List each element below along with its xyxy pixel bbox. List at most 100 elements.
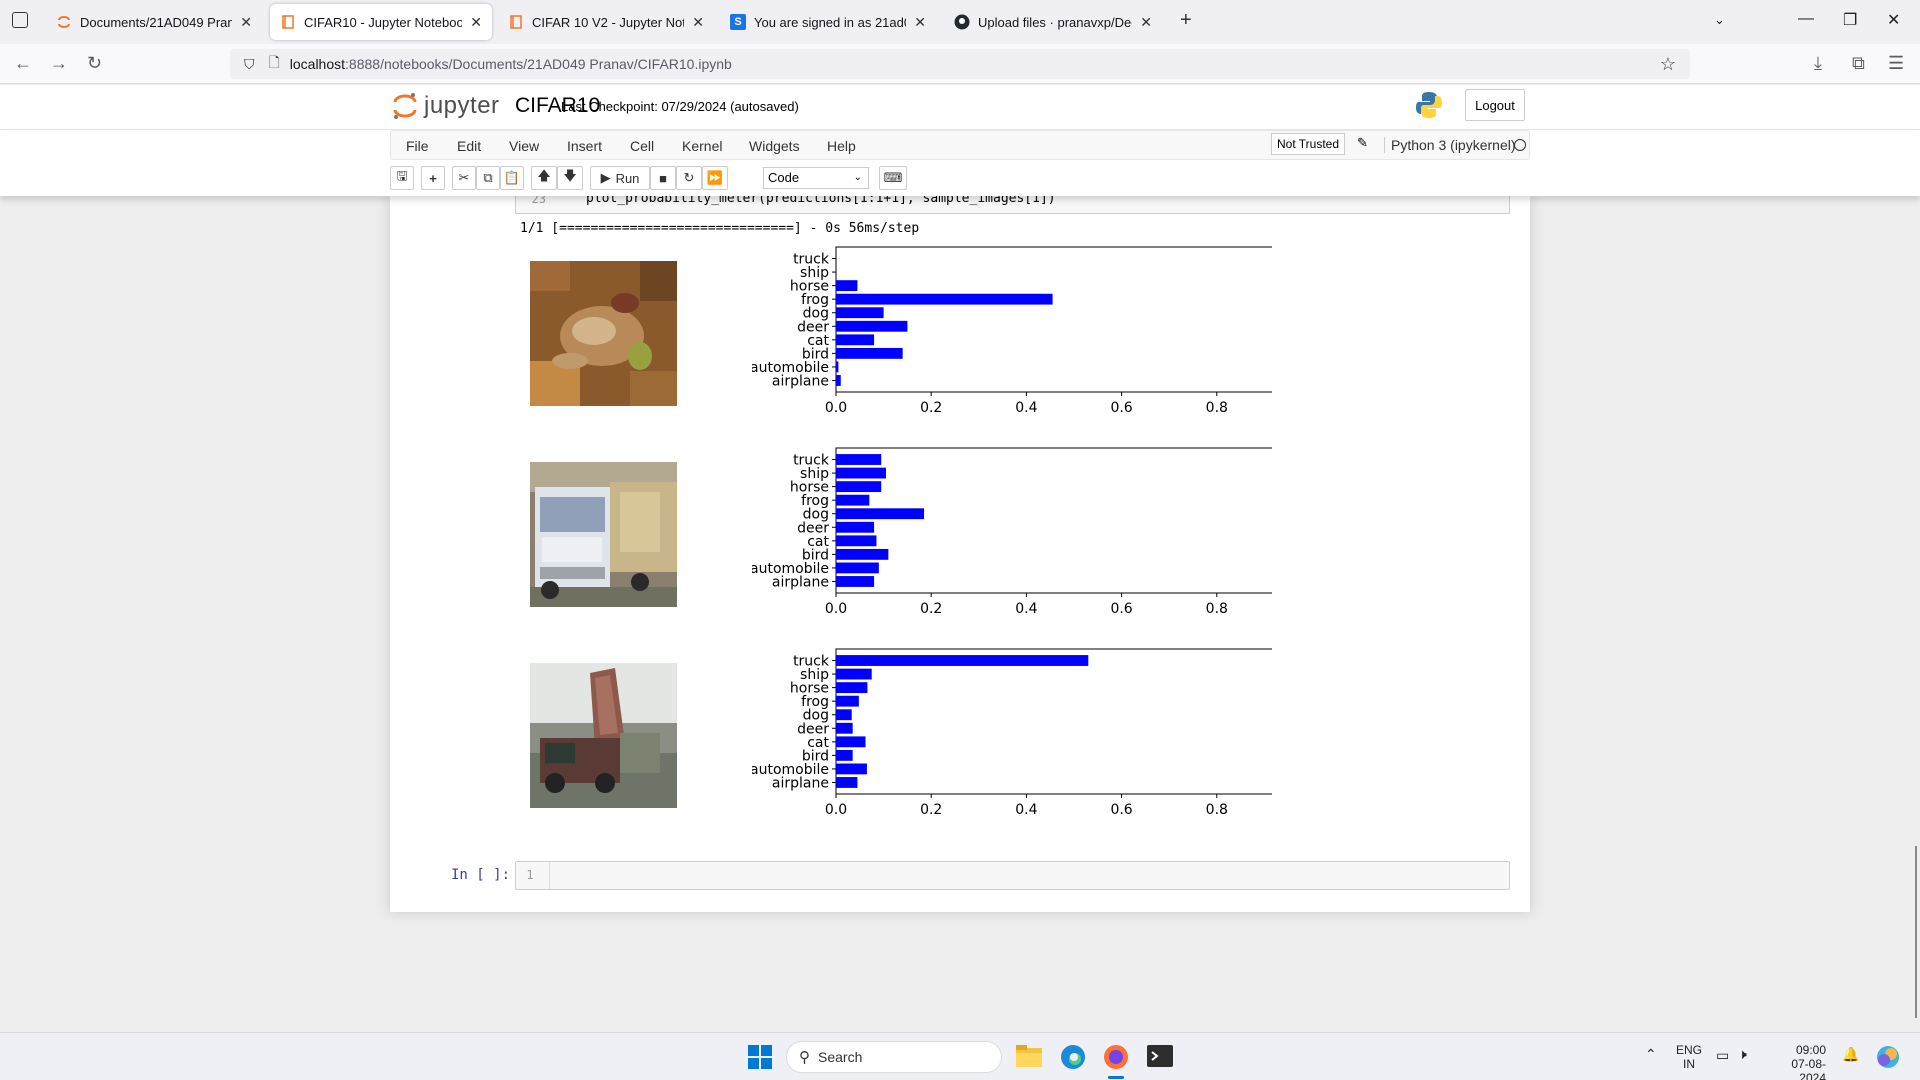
menu-file[interactable]: File [406,138,429,154]
x-tick-label: 0.6 [1110,601,1132,617]
url-bar[interactable]: ⛉ 🗋 localhost:8888/notebooks/Documents/2… [230,49,1690,79]
x-tick-label: 0.4 [1015,601,1037,617]
bar-dog [836,709,852,721]
chevron-down-icon: ⌄ [853,172,862,183]
menu-insert[interactable]: Insert [567,138,602,154]
move-up-button[interactable]: 🡅 [531,166,557,190]
tab-list-icon[interactable] [12,12,28,28]
logout-button[interactable]: Logout [1465,89,1525,121]
save-button[interactable]: 🖫 [390,166,414,190]
active-app-indicator [1108,1076,1124,1079]
search-icon: ⚲ [799,1049,810,1066]
clock-time: 09:00 [1795,1043,1826,1057]
bar-automobile [836,763,867,775]
empty-code-cell[interactable]: 1 [515,861,1510,890]
restart-run-all-button[interactable]: ⏩ [702,166,728,190]
clock[interactable]: 09:00 07-08-2024 [1772,1043,1826,1080]
probability-chart-3: airplaneautomobilebirdcatdeerdogfroghors… [752,648,1272,818]
url-host: localhost [289,56,346,72]
notebook-menubar-container: File Edit View Insert Cell Kernel Widget… [0,130,1920,196]
reload-icon[interactable]: ↻ [87,53,102,74]
y-tick-label: truck [793,453,830,469]
jupyter-header: jupyter CIFAR10 Last Checkpoint: 07/29/2… [0,85,1920,130]
downloads-icon[interactable]: ⤓ [1814,53,1822,74]
menu-cell[interactable]: Cell [630,138,654,154]
code-cell-input[interactable]: 23 plot_probability_meter(predictions[1:… [515,196,1510,214]
close-icon[interactable]: ✕ [1140,14,1152,31]
y-tick-label: truck [793,252,830,268]
jupyter-logo[interactable]: jupyter [392,91,500,121]
move-down-button[interactable]: 🡇 [557,166,583,190]
notebook-container: 23 plot_probability_meter(predictions[1:… [390,196,1530,912]
bar-deer [836,320,908,332]
copy-button[interactable]: ⧉ [476,166,500,190]
line-number: 1 [526,868,534,882]
x-tick-label: 0.0 [825,802,847,818]
language-indicator[interactable]: ENG IN [1676,1043,1702,1071]
taskbar-search[interactable]: ⚲ Search [786,1041,1002,1073]
cut-button[interactable]: ✂ [452,166,476,190]
s-icon: S [730,14,746,30]
run-button[interactable]: ▶ Run [590,166,650,190]
bar-truck [836,454,882,465]
close-window-button[interactable]: ✕ [1887,10,1900,30]
forward-icon[interactable]: → [50,53,68,74]
bookmark-star-icon[interactable]: ☆ [1660,54,1676,75]
bar-bird [836,749,853,761]
back-icon[interactable]: ← [14,53,32,74]
pencil-icon[interactable]: ✎ [1357,135,1368,151]
tab-overflow-icon[interactable]: ⌄ [1714,12,1725,28]
firefox-icon[interactable] [1103,1044,1129,1070]
kernel-status-icon [1514,139,1526,151]
tab-signed-in[interactable]: S You are signed in as 21ad049 ✕ [720,4,936,40]
menu-view[interactable]: View [509,138,539,154]
cell-gutter [549,862,550,889]
new-tab-button[interactable]: + [1180,9,1192,32]
restart-button[interactable]: ↻ [676,166,702,190]
tab-github-upload[interactable]: Upload files · pranavxp/Deep-L ✕ [944,4,1162,40]
plot-area [835,246,1272,393]
terminal-icon[interactable] [1147,1045,1173,1067]
menu-widgets[interactable]: Widgets [749,138,800,154]
plot-area [835,447,1272,594]
close-icon[interactable]: ✕ [692,14,704,31]
x-tick-label: 0.4 [1015,802,1037,818]
edge-icon[interactable] [1060,1044,1086,1070]
command-palette-button[interactable]: ⌨ [879,166,907,190]
tab-cifar10-v2[interactable]: CIFAR 10 V2 - Jupyter Notebook ✕ [498,4,714,40]
clock-date: 07-08-2024 [1791,1057,1826,1080]
notification-bell-icon[interactable]: 🔔 [1842,1047,1859,1061]
menu-kernel[interactable]: Kernel [682,138,722,154]
x-tick-label: 0.2 [920,601,942,617]
network-icon[interactable]: ▭ [1716,1048,1729,1062]
extensions-icon[interactable]: ⧉ [1852,53,1865,74]
copilot-icon[interactable] [1876,1045,1900,1069]
close-icon[interactable]: ✕ [240,14,252,31]
tab-documents[interactable]: Documents/21AD049 Pranav/ ✕ [46,4,262,40]
minimize-button[interactable]: — [1798,10,1814,28]
scrollbar-thumb[interactable] [1915,846,1917,1018]
x-tick-label: 0.8 [1206,802,1228,818]
not-trusted-indicator[interactable]: Not Trusted [1271,133,1346,155]
close-icon[interactable]: ✕ [470,14,482,31]
restore-button[interactable]: ❐ [1843,10,1857,30]
menu-icon[interactable]: ☰ [1888,53,1904,74]
file-explorer-icon[interactable] [1016,1045,1042,1067]
bar-truck [836,655,1089,666]
close-icon[interactable]: ✕ [914,14,926,31]
paste-button[interactable]: 📋 [500,166,524,190]
tab-cifar10[interactable]: CIFAR10 - Jupyter Notebook ✕ [270,4,492,40]
interrupt-button[interactable]: ■ [650,166,676,190]
browser-tab-bar: Documents/21AD049 Pranav/ ✕ CIFAR10 - Ju… [0,0,1920,44]
cell-type-select[interactable]: Code ⌄ [763,167,869,189]
shield-icon: ⛉ [244,55,255,72]
insert-cell-button[interactable]: + [421,166,445,190]
chevron-up-icon[interactable]: ⌃ [1645,1047,1657,1061]
menu-edit[interactable]: Edit [457,138,481,154]
volume-muted-icon[interactable]: 🕨 [1738,1047,1747,1061]
x-tick-label: 0.8 [1206,400,1228,416]
language: ENG [1676,1043,1703,1057]
probability-chart-2: airplaneautomobilebirdcatdeerdogfroghors… [752,447,1272,617]
windows-start-icon[interactable] [748,1045,772,1069]
menu-help[interactable]: Help [827,138,856,154]
